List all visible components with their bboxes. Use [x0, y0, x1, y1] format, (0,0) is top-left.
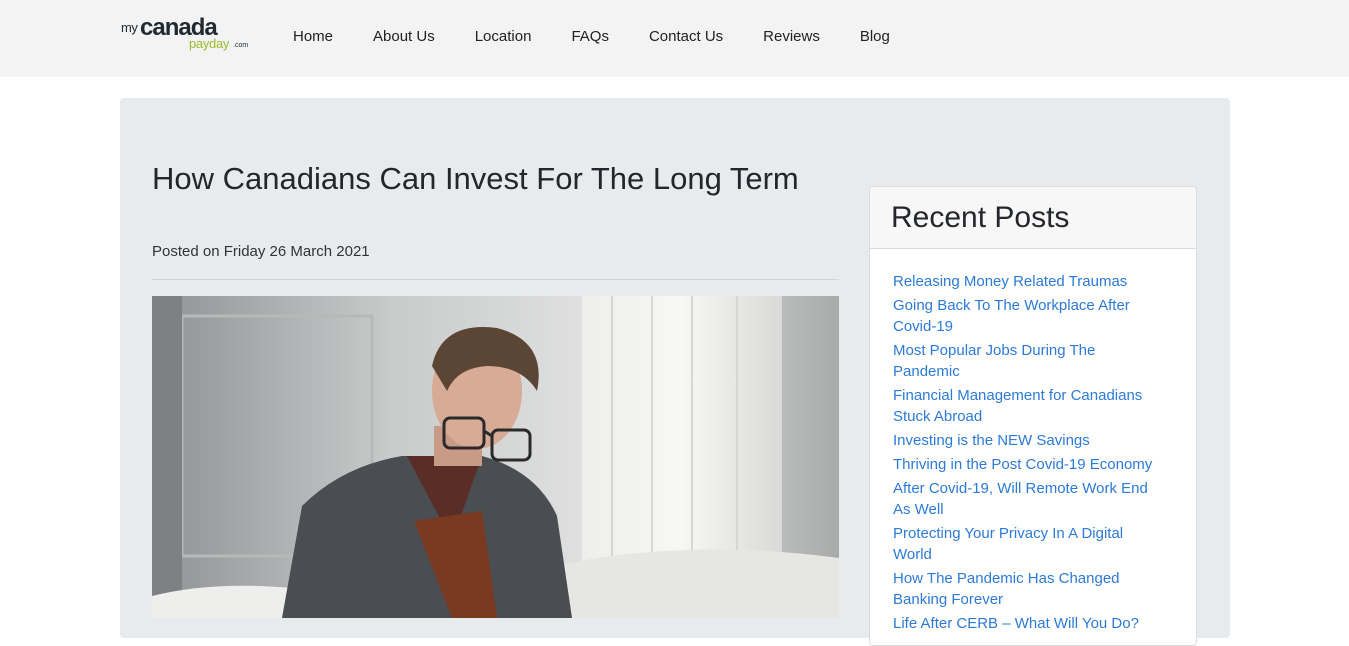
- nav-about-us[interactable]: About Us: [373, 27, 435, 47]
- recent-posts-heading: Recent Posts: [891, 201, 1070, 234]
- article-hero-image: [152, 296, 839, 618]
- logo-text-com: .com: [233, 42, 249, 49]
- nav-faqs[interactable]: FAQs: [571, 27, 609, 47]
- logo-text-payday: payday: [189, 36, 230, 51]
- site-logo[interactable]: my canada payday .com: [121, 14, 253, 54]
- article-divider: [152, 279, 839, 280]
- nav-blog[interactable]: Blog: [860, 27, 890, 47]
- list-item: Financial Management for Canadians Stuck…: [893, 385, 1166, 427]
- recent-post-link[interactable]: Protecting Your Privacy In A Digital Wor…: [893, 525, 1123, 563]
- article-date: Posted on Friday 26 March 2021: [152, 243, 370, 260]
- main-nav: Home About Us Location FAQs Contact Us R…: [293, 27, 930, 47]
- recent-post-link[interactable]: Financial Management for Canadians Stuck…: [893, 387, 1142, 425]
- list-item: Going Back To The Workplace After Covid-…: [893, 295, 1166, 337]
- list-item: How The Pandemic Has Changed Banking For…: [893, 568, 1166, 610]
- recent-posts-list: Releasing Money Related Traumas Going Ba…: [870, 249, 1196, 634]
- recent-post-link[interactable]: Most Popular Jobs During The Pandemic: [893, 342, 1095, 380]
- nav-home[interactable]: Home: [293, 27, 333, 47]
- list-item: Thriving in the Post Covid-19 Economy: [893, 454, 1166, 475]
- logo-text-my: my: [121, 20, 138, 35]
- recent-post-link[interactable]: How The Pandemic Has Changed Banking For…: [893, 570, 1120, 608]
- recent-post-link[interactable]: Going Back To The Workplace After Covid-…: [893, 297, 1130, 335]
- nav-reviews[interactable]: Reviews: [763, 27, 820, 47]
- site-header: my canada payday .com Home About Us Loca…: [0, 0, 1349, 77]
- list-item: Releasing Money Related Traumas: [893, 271, 1166, 292]
- recent-post-link[interactable]: Investing is the NEW Savings: [893, 432, 1090, 449]
- list-item: Most Popular Jobs During The Pandemic: [893, 340, 1166, 382]
- recent-post-link[interactable]: Thriving in the Post Covid-19 Economy: [893, 456, 1152, 473]
- recent-post-link[interactable]: After Covid-19, Will Remote Work End As …: [893, 480, 1148, 518]
- list-item: Life After CERB – What Will You Do?: [893, 613, 1166, 634]
- recent-post-link[interactable]: Releasing Money Related Traumas: [893, 273, 1127, 290]
- nav-contact-us[interactable]: Contact Us: [649, 27, 723, 47]
- nav-location[interactable]: Location: [475, 27, 532, 47]
- list-item: Investing is the NEW Savings: [893, 430, 1166, 451]
- recent-posts-widget: Recent Posts Releasing Money Related Tra…: [869, 186, 1197, 646]
- list-item: After Covid-19, Will Remote Work End As …: [893, 478, 1166, 520]
- recent-posts-header: Recent Posts: [870, 187, 1196, 249]
- list-item: Protecting Your Privacy In A Digital Wor…: [893, 523, 1166, 565]
- article-title: How Canadians Can Invest For The Long Te…: [152, 161, 799, 196]
